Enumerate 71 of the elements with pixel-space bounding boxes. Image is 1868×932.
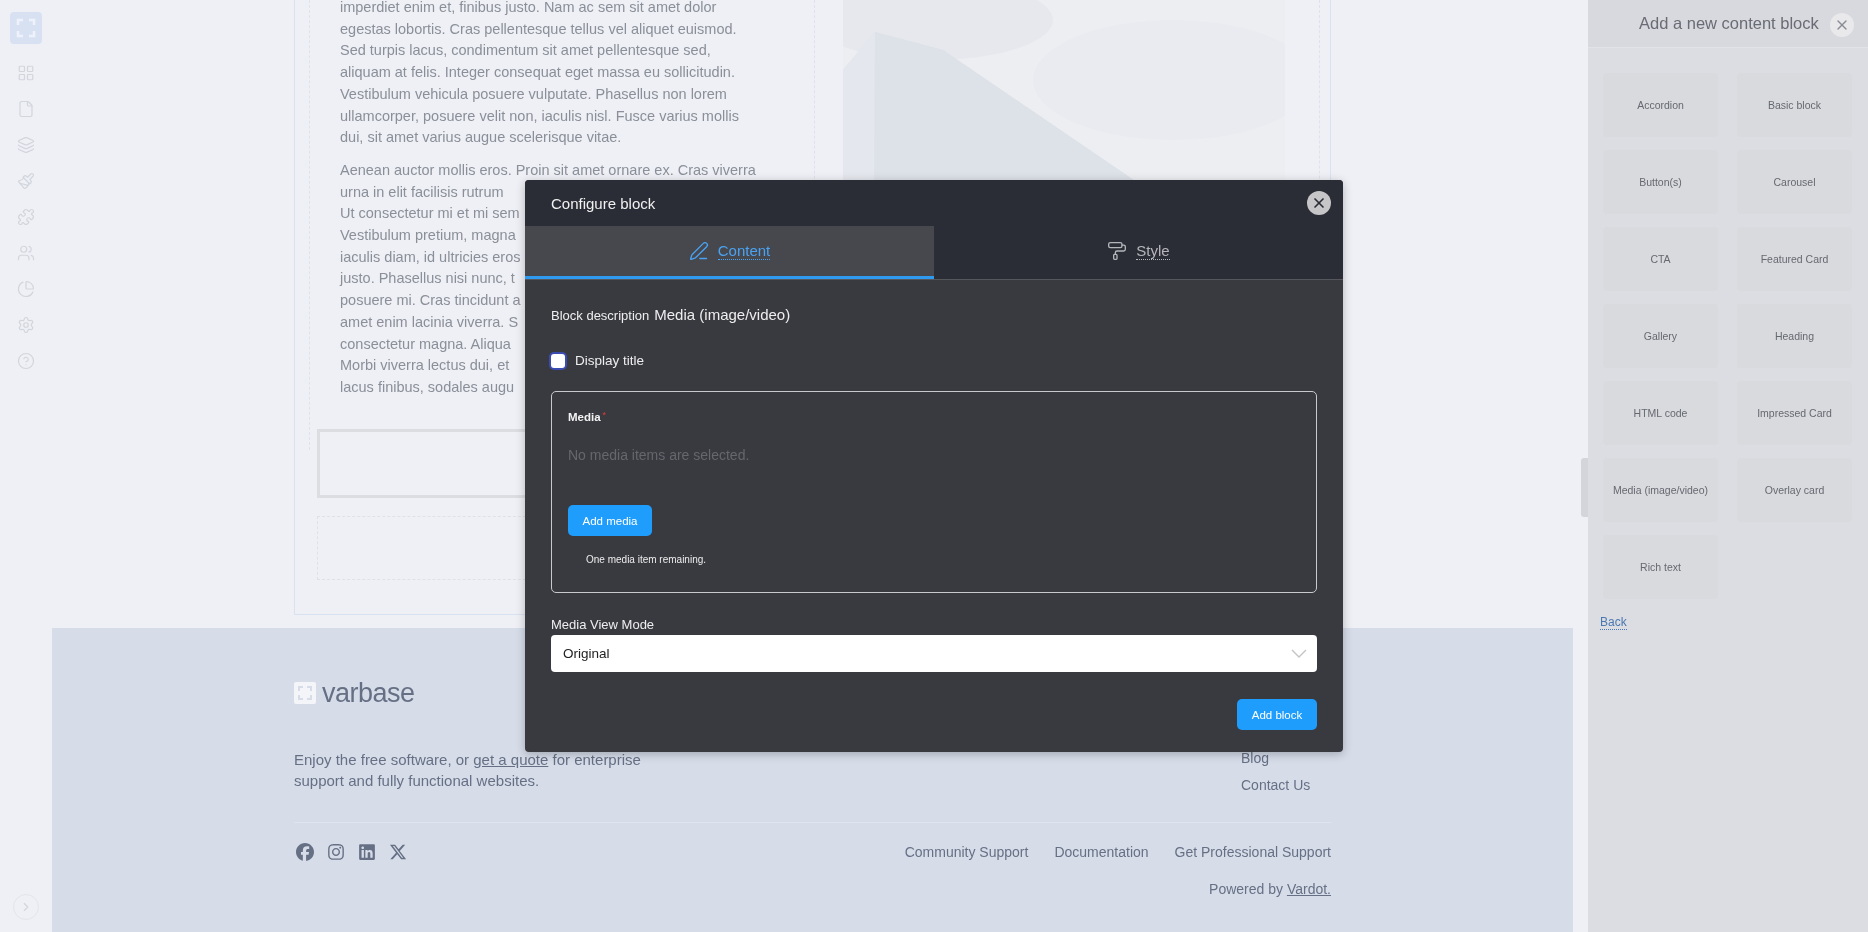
block-type-card[interactable]: Basic block <box>1737 73 1852 137</box>
block-type-card[interactable]: Carousel <box>1737 150 1852 214</box>
settings-icon[interactable] <box>17 316 35 334</box>
paragraph-line: iaculis diam, id ultricies eros <box>340 247 521 267</box>
paragraph-line: Aenean auctor mollis eros. Proin sit amet ornare ex. Cras viverra <box>340 160 756 180</box>
field-label: Media <box>568 411 601 423</box>
checkbox-label: Display title <box>575 353 645 368</box>
paragraph-line: Ut consectetur mi et mi sem <box>340 204 520 224</box>
add-block-button[interactable]: Add block <box>1237 699 1317 730</box>
grid-icon[interactable] <box>17 64 35 82</box>
block-type-card[interactable]: CTA <box>1603 227 1718 291</box>
footer-tagline: Enjoy the free software, or get a quote for enterprise support and fully functional websites. <box>294 750 642 791</box>
close-icon <box>1311 195 1327 211</box>
checkbox[interactable] <box>551 353 565 368</box>
close-button[interactable] <box>1307 191 1331 215</box>
block-type-card[interactable]: Heading <box>1737 304 1852 368</box>
field-label: Block description <box>551 308 650 323</box>
paragraph-line: Morbi viverra lectus dui, et <box>340 356 510 376</box>
view-mode-select[interactable]: Original <box>551 635 1317 672</box>
block-type-card[interactable]: Overlay card <box>1737 458 1852 522</box>
field-label: Media View Mode <box>551 617 656 632</box>
chevron-down-icon <box>1291 649 1307 658</box>
paragraph-line: urna in elit facilisis rutrum <box>340 182 504 202</box>
footer-link[interactable]: Community Support <box>904 844 1029 860</box>
powered-by-text: Powered by Vardot. <box>1208 881 1331 897</box>
footer-link[interactable]: Get Professional Support <box>1174 844 1331 860</box>
paragraph-line: consectetur magna. Aliqua <box>340 334 511 354</box>
help-text: One media item remaining. <box>586 554 708 565</box>
instagram-icon[interactable] <box>327 843 345 861</box>
logo-icon <box>294 682 316 704</box>
footer-link[interactable]: Contact Us <box>1241 777 1331 793</box>
footer-link[interactable]: Blog <box>1241 750 1331 766</box>
block-type-card[interactable]: Gallery <box>1603 304 1718 368</box>
layers-icon[interactable] <box>17 136 35 154</box>
users-icon[interactable] <box>17 244 35 262</box>
back-link[interactable]: Back <box>1600 615 1627 630</box>
quote-link[interactable]: get a quote <box>473 751 549 768</box>
logo-text: varbase <box>322 677 415 709</box>
block-type-card[interactable]: Rich text <box>1603 535 1718 599</box>
block-type-card[interactable]: Featured Card <box>1737 227 1852 291</box>
facebook-icon[interactable] <box>296 843 314 861</box>
dialog-title: Configure block <box>551 194 656 212</box>
linkedin-icon[interactable] <box>358 843 376 861</box>
puzzle-icon[interactable] <box>17 208 35 226</box>
brush-icon[interactable] <box>17 172 35 190</box>
pen-icon <box>688 241 709 261</box>
block-type-card[interactable]: HTML code <box>1603 381 1718 445</box>
paint-roller-icon <box>1107 241 1128 261</box>
paragraph-line: Vestibulum pretium, magna <box>340 226 516 246</box>
panel-title: Add a new content block <box>1639 14 1819 33</box>
block-type-card[interactable]: Media (image/video) <box>1603 458 1718 522</box>
help-icon[interactable] <box>17 352 35 370</box>
field-value: Media (image/video) <box>654 306 791 323</box>
block-type-card[interactable]: Button(s) <box>1603 150 1718 214</box>
pie-chart-icon[interactable] <box>17 280 35 298</box>
body-paragraph: imperdiet enim et, finibus justo. Nam ac sem sit amet dolor egestas lobortis. Cras pellentesque tellus vel aliquet euismod. Sed turpis lacus, condimentum sit amet pellentesque sed, aliquam at felis. Integer consequat eget massa eu sollicitudin. Vestibulum vehicula posuere vulputate. Phasellus non lorem ullamcorper, posuere velit non, iaculis nisl. Fusce varius mollis dui, sit amet varius augue scelerisque vitae. <box>340 0 740 148</box>
dialog-tab[interactable]: Content <box>525 226 934 279</box>
resize-handle[interactable] <box>1581 458 1588 517</box>
x-icon[interactable] <box>389 843 407 861</box>
block-type-card[interactable]: Impressed Card <box>1737 381 1852 445</box>
block-type-card[interactable]: Accordion <box>1603 73 1718 137</box>
file-icon[interactable] <box>17 100 35 118</box>
required-mark: * <box>602 411 607 419</box>
footer-link[interactable]: Documentation <box>1054 844 1149 860</box>
paragraph-line: amet enim lacinia viverra. S <box>340 312 519 332</box>
paragraph-line: lacus finibus, sodales augu <box>340 377 515 397</box>
dialog-tab[interactable]: Style <box>934 226 1343 279</box>
add-media-button[interactable]: Add media <box>568 505 652 536</box>
paragraph-line: justo. Phasellus nisi nunc, t <box>340 269 515 289</box>
vardot-link[interactable]: Vardot. <box>1286 881 1331 897</box>
paragraph-line: posuere mi. Cras tincidunt a <box>340 291 521 311</box>
